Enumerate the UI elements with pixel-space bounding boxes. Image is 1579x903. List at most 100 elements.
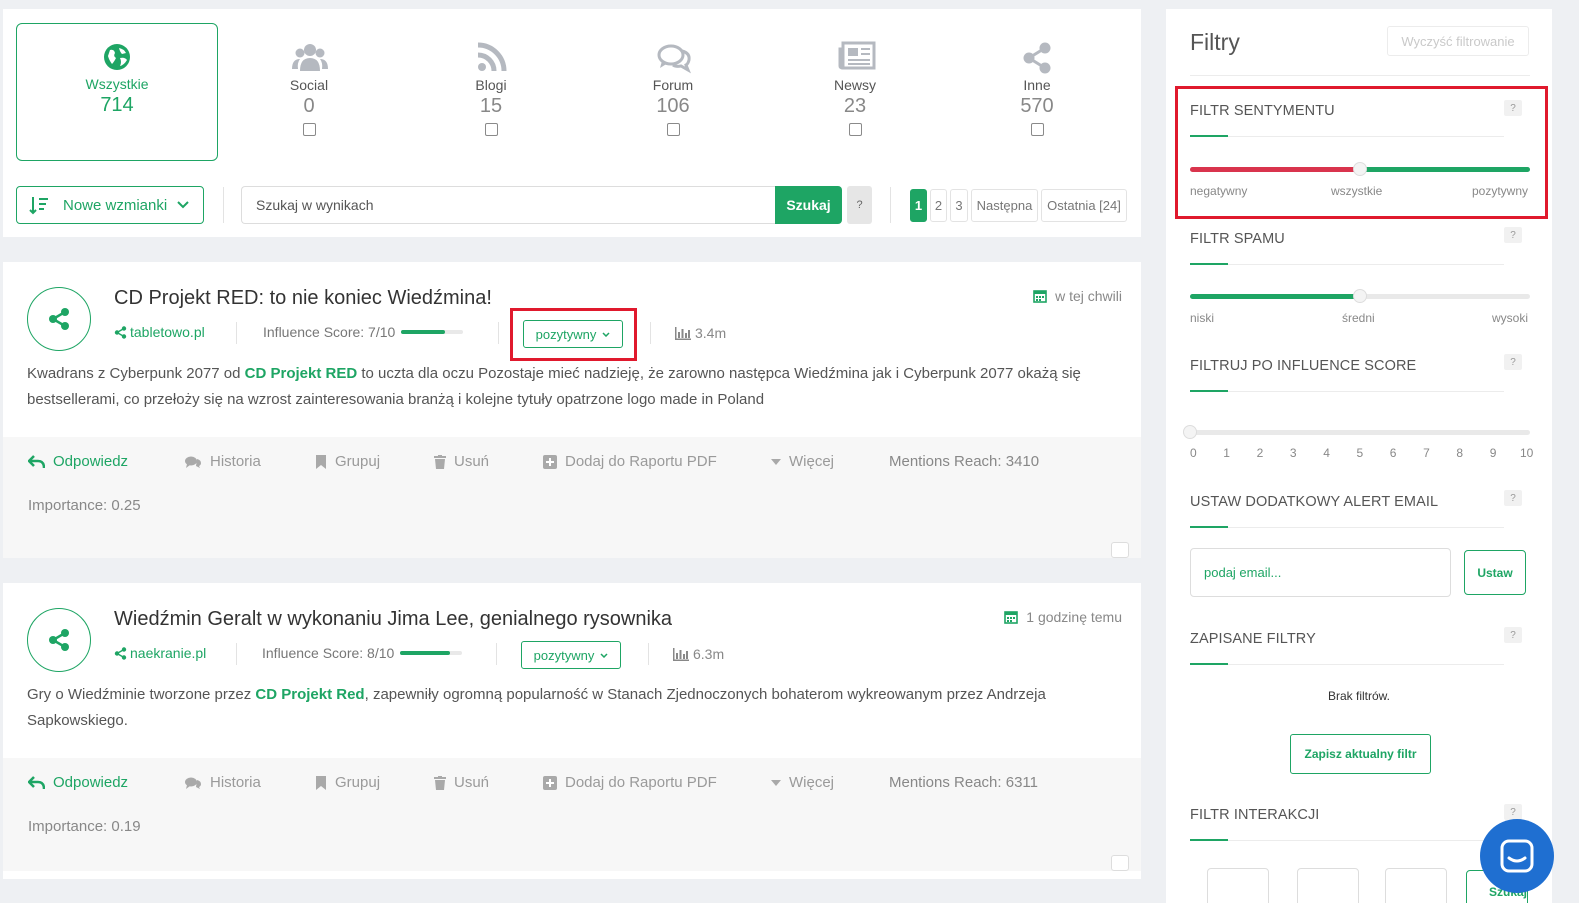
category-other[interactable]: Inne 570 <box>936 23 1138 161</box>
interaction-input[interactable] <box>1385 868 1447 903</box>
divider <box>1228 264 1504 265</box>
delete-button[interactable]: Usuń <box>434 453 489 470</box>
trash-icon <box>434 775 446 790</box>
page-1-button[interactable]: 1 <box>910 189 927 222</box>
slider-label-mid: średni <box>1342 311 1375 325</box>
influence-tick-label: 9 <box>1489 446 1497 460</box>
group-button[interactable]: Grupuj <box>315 774 380 791</box>
category-label: Wszystkie <box>85 76 149 92</box>
sort-dropdown[interactable]: Nowe wzmianki <box>16 186 204 224</box>
category-checkbox[interactable] <box>848 123 862 136</box>
search-input[interactable]: Szukaj w wynikach <box>241 186 777 224</box>
chevron-down-icon <box>600 652 608 658</box>
share-avatar-icon[interactable] <box>27 608 91 672</box>
divider <box>648 643 649 665</box>
divider <box>650 322 651 344</box>
category-checkbox[interactable] <box>302 123 316 136</box>
mention-actions: Odpowiedz Historia Grupuj Usuń Dodaj do … <box>3 437 1141 558</box>
interaction-input[interactable] <box>1207 868 1269 903</box>
influence-slider[interactable] <box>1190 430 1530 435</box>
delete-label: Usuń <box>454 774 490 791</box>
mention-select-checkbox[interactable] <box>1111 542 1129 558</box>
group-button[interactable]: Grupuj <box>315 453 380 470</box>
influence-score: Influence Score: 8/10 <box>262 645 463 661</box>
category-all[interactable]: Wszystkie 714 <box>16 23 218 161</box>
reach: 6.3m <box>673 646 724 662</box>
help-icon[interactable]: ? <box>1504 627 1522 643</box>
spam-slider-handle[interactable] <box>1353 289 1367 303</box>
help-icon[interactable]: ? <box>1504 490 1522 506</box>
sentiment-value: pozytywny <box>533 647 595 663</box>
category-checkbox[interactable] <box>666 123 680 136</box>
chat-launcher-button[interactable] <box>1480 819 1554 893</box>
mention-text: Kwadrans z Cyberpunk 2077 od <box>27 365 245 382</box>
category-forum[interactable]: Forum 106 <box>572 23 774 161</box>
history-label: Historia <box>210 774 261 791</box>
add-pdf-button[interactable]: Dodaj do Raportu PDF <box>543 453 717 470</box>
next-page-button[interactable]: Następna <box>971 189 1038 222</box>
help-icon[interactable]: ? <box>1504 354 1522 370</box>
more-button[interactable]: Więcej <box>771 453 834 470</box>
search-help-button[interactable]: ? <box>847 186 872 224</box>
clear-filters-button[interactable]: Wyczyść filtrowanie <box>1387 26 1529 56</box>
email-field[interactable]: podaj email... <box>1190 548 1451 597</box>
mention-source-link[interactable]: naekranie.pl <box>114 645 206 661</box>
reach-value: 6.3m <box>693 646 725 662</box>
rss-icon <box>474 41 508 75</box>
history-button[interactable]: Historia <box>184 774 261 791</box>
add-pdf-label: Dodaj do Raportu PDF <box>565 453 717 470</box>
sentiment-dropdown[interactable]: pozytywny <box>521 641 621 669</box>
divider <box>1190 75 1530 76</box>
influence-tick-label: 2 <box>1256 446 1264 460</box>
chat-icon <box>1500 839 1534 873</box>
influence-bar <box>401 330 464 334</box>
category-blogs[interactable]: Blogi 15 <box>390 23 592 161</box>
add-pdf-button[interactable]: Dodaj do Raportu PDF <box>543 774 717 791</box>
mention-select-checkbox[interactable] <box>1111 855 1129 871</box>
influence-tick-label: 3 <box>1289 446 1297 460</box>
slider-label-max: wysoki <box>1491 311 1528 325</box>
reach-value: 3.4m <box>695 325 727 341</box>
category-checkbox[interactable] <box>1030 123 1044 136</box>
filters-title: Filtry <box>1190 29 1240 55</box>
last-page-button[interactable]: Ostatnia [24] <box>1041 189 1127 222</box>
comments-icon <box>184 455 202 469</box>
mention-time: w tej chwili <box>1033 288 1122 304</box>
influence-tick-label: 0 <box>1190 446 1197 460</box>
interaction-input[interactable] <box>1297 868 1359 903</box>
spam-slider-fill <box>1190 294 1360 299</box>
mention-title[interactable]: Wiedźmin Geralt w wykonaniu Jima Lee, ge… <box>114 608 672 631</box>
category-checkbox[interactable] <box>484 123 498 136</box>
save-filter-button[interactable]: Zapisz aktualny filtr <box>1290 734 1431 774</box>
heading-underline <box>1190 526 1228 528</box>
history-button[interactable]: Historia <box>184 453 261 470</box>
influence-tick-label: 7 <box>1423 446 1430 460</box>
reply-button[interactable]: Odpowiedz <box>28 774 128 791</box>
divider <box>496 643 497 665</box>
mentions-reach: Mentions Reach: 6311 <box>889 774 1038 791</box>
email-alert-heading: USTAW DODATKOWY ALERT EMAIL <box>1190 494 1439 510</box>
influence-slider-handle[interactable] <box>1183 425 1197 439</box>
mention-time-text: w tej chwili <box>1055 288 1122 304</box>
influence-tick-label: 8 <box>1456 446 1464 460</box>
plus-square-icon <box>543 775 557 790</box>
help-icon[interactable]: ? <box>1504 804 1522 820</box>
share-avatar-icon[interactable] <box>27 287 91 351</box>
mention-title[interactable]: CD Projekt RED: to nie koniec Wiedźmina! <box>114 287 492 310</box>
more-button[interactable]: Więcej <box>771 774 834 791</box>
influence-tick-label: 4 <box>1323 446 1330 460</box>
influence-bar <box>400 651 463 655</box>
help-icon[interactable]: ? <box>1504 227 1522 243</box>
delete-button[interactable]: Usuń <box>434 774 489 791</box>
page-3-button[interactable]: 3 <box>950 189 968 222</box>
category-news[interactable]: Newsy 23 <box>754 23 956 161</box>
chevron-down-icon <box>177 201 189 209</box>
users-icon <box>292 41 328 75</box>
mention-source-link[interactable]: tabletowo.pl <box>114 324 205 340</box>
set-alert-button[interactable]: Ustaw <box>1464 550 1526 595</box>
category-social[interactable]: Social 0 <box>208 23 410 161</box>
reply-button[interactable]: Odpowiedz <box>28 453 128 470</box>
search-button[interactable]: Szukaj <box>775 186 842 224</box>
page-2-button[interactable]: 2 <box>930 189 947 222</box>
history-label: Historia <box>210 453 261 470</box>
